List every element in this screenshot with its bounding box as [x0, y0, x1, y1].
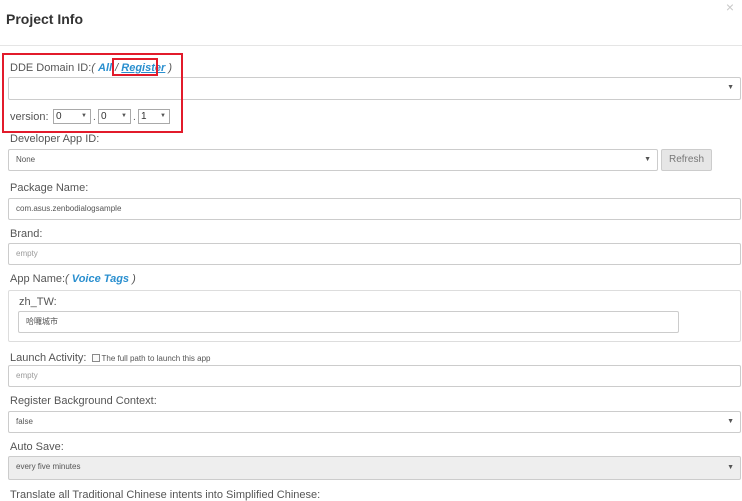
launch-activity-input[interactable]: empty [8, 365, 741, 387]
brand-label: Brand: [10, 228, 43, 240]
register-highlight-annotation [112, 58, 158, 76]
chevron-down-icon: ▼ [644, 156, 651, 163]
package-label: Package Name: [10, 182, 89, 194]
refresh-button[interactable]: Refresh [661, 149, 712, 171]
register-bg-label: Register Background Context: [10, 395, 157, 407]
voice-tags-link[interactable]: Voice Tags [72, 273, 129, 285]
full-path-checkbox[interactable] [91, 354, 100, 362]
close-icon[interactable]: × [726, 0, 734, 14]
chevron-down-icon: ▼ [727, 418, 734, 425]
auto-save-label: Auto Save: [10, 441, 64, 453]
developer-app-label: Developer App ID: [10, 133, 100, 145]
chevron-down-icon: ▼ [727, 84, 734, 91]
app-name-zh-tw-input[interactable]: 哈囉城市 [18, 311, 679, 333]
developer-app-select[interactable]: None ▼ [8, 149, 658, 171]
launch-activity-label: Launch Activity: The full path to launch… [10, 352, 211, 364]
modal-title: Project Info [6, 11, 84, 27]
package-input[interactable]: com.asus.zenbodialogsample [8, 198, 741, 220]
brand-input[interactable]: empty [8, 243, 741, 265]
register-bg-select[interactable]: false ▼ [8, 411, 741, 433]
full-path-checkbox-label: The full path to launch this app [101, 354, 211, 363]
auto-save-select[interactable]: every five minutes ▼ [8, 456, 741, 480]
app-name-label: App Name:( Voice Tags ) [10, 273, 136, 285]
chevron-down-icon: ▼ [727, 464, 734, 471]
translate-label: Translate all Traditional Chinese intent… [10, 489, 321, 501]
locale-label: zh_TW: [19, 296, 57, 308]
modal-header: Project Info × [0, 0, 742, 46]
